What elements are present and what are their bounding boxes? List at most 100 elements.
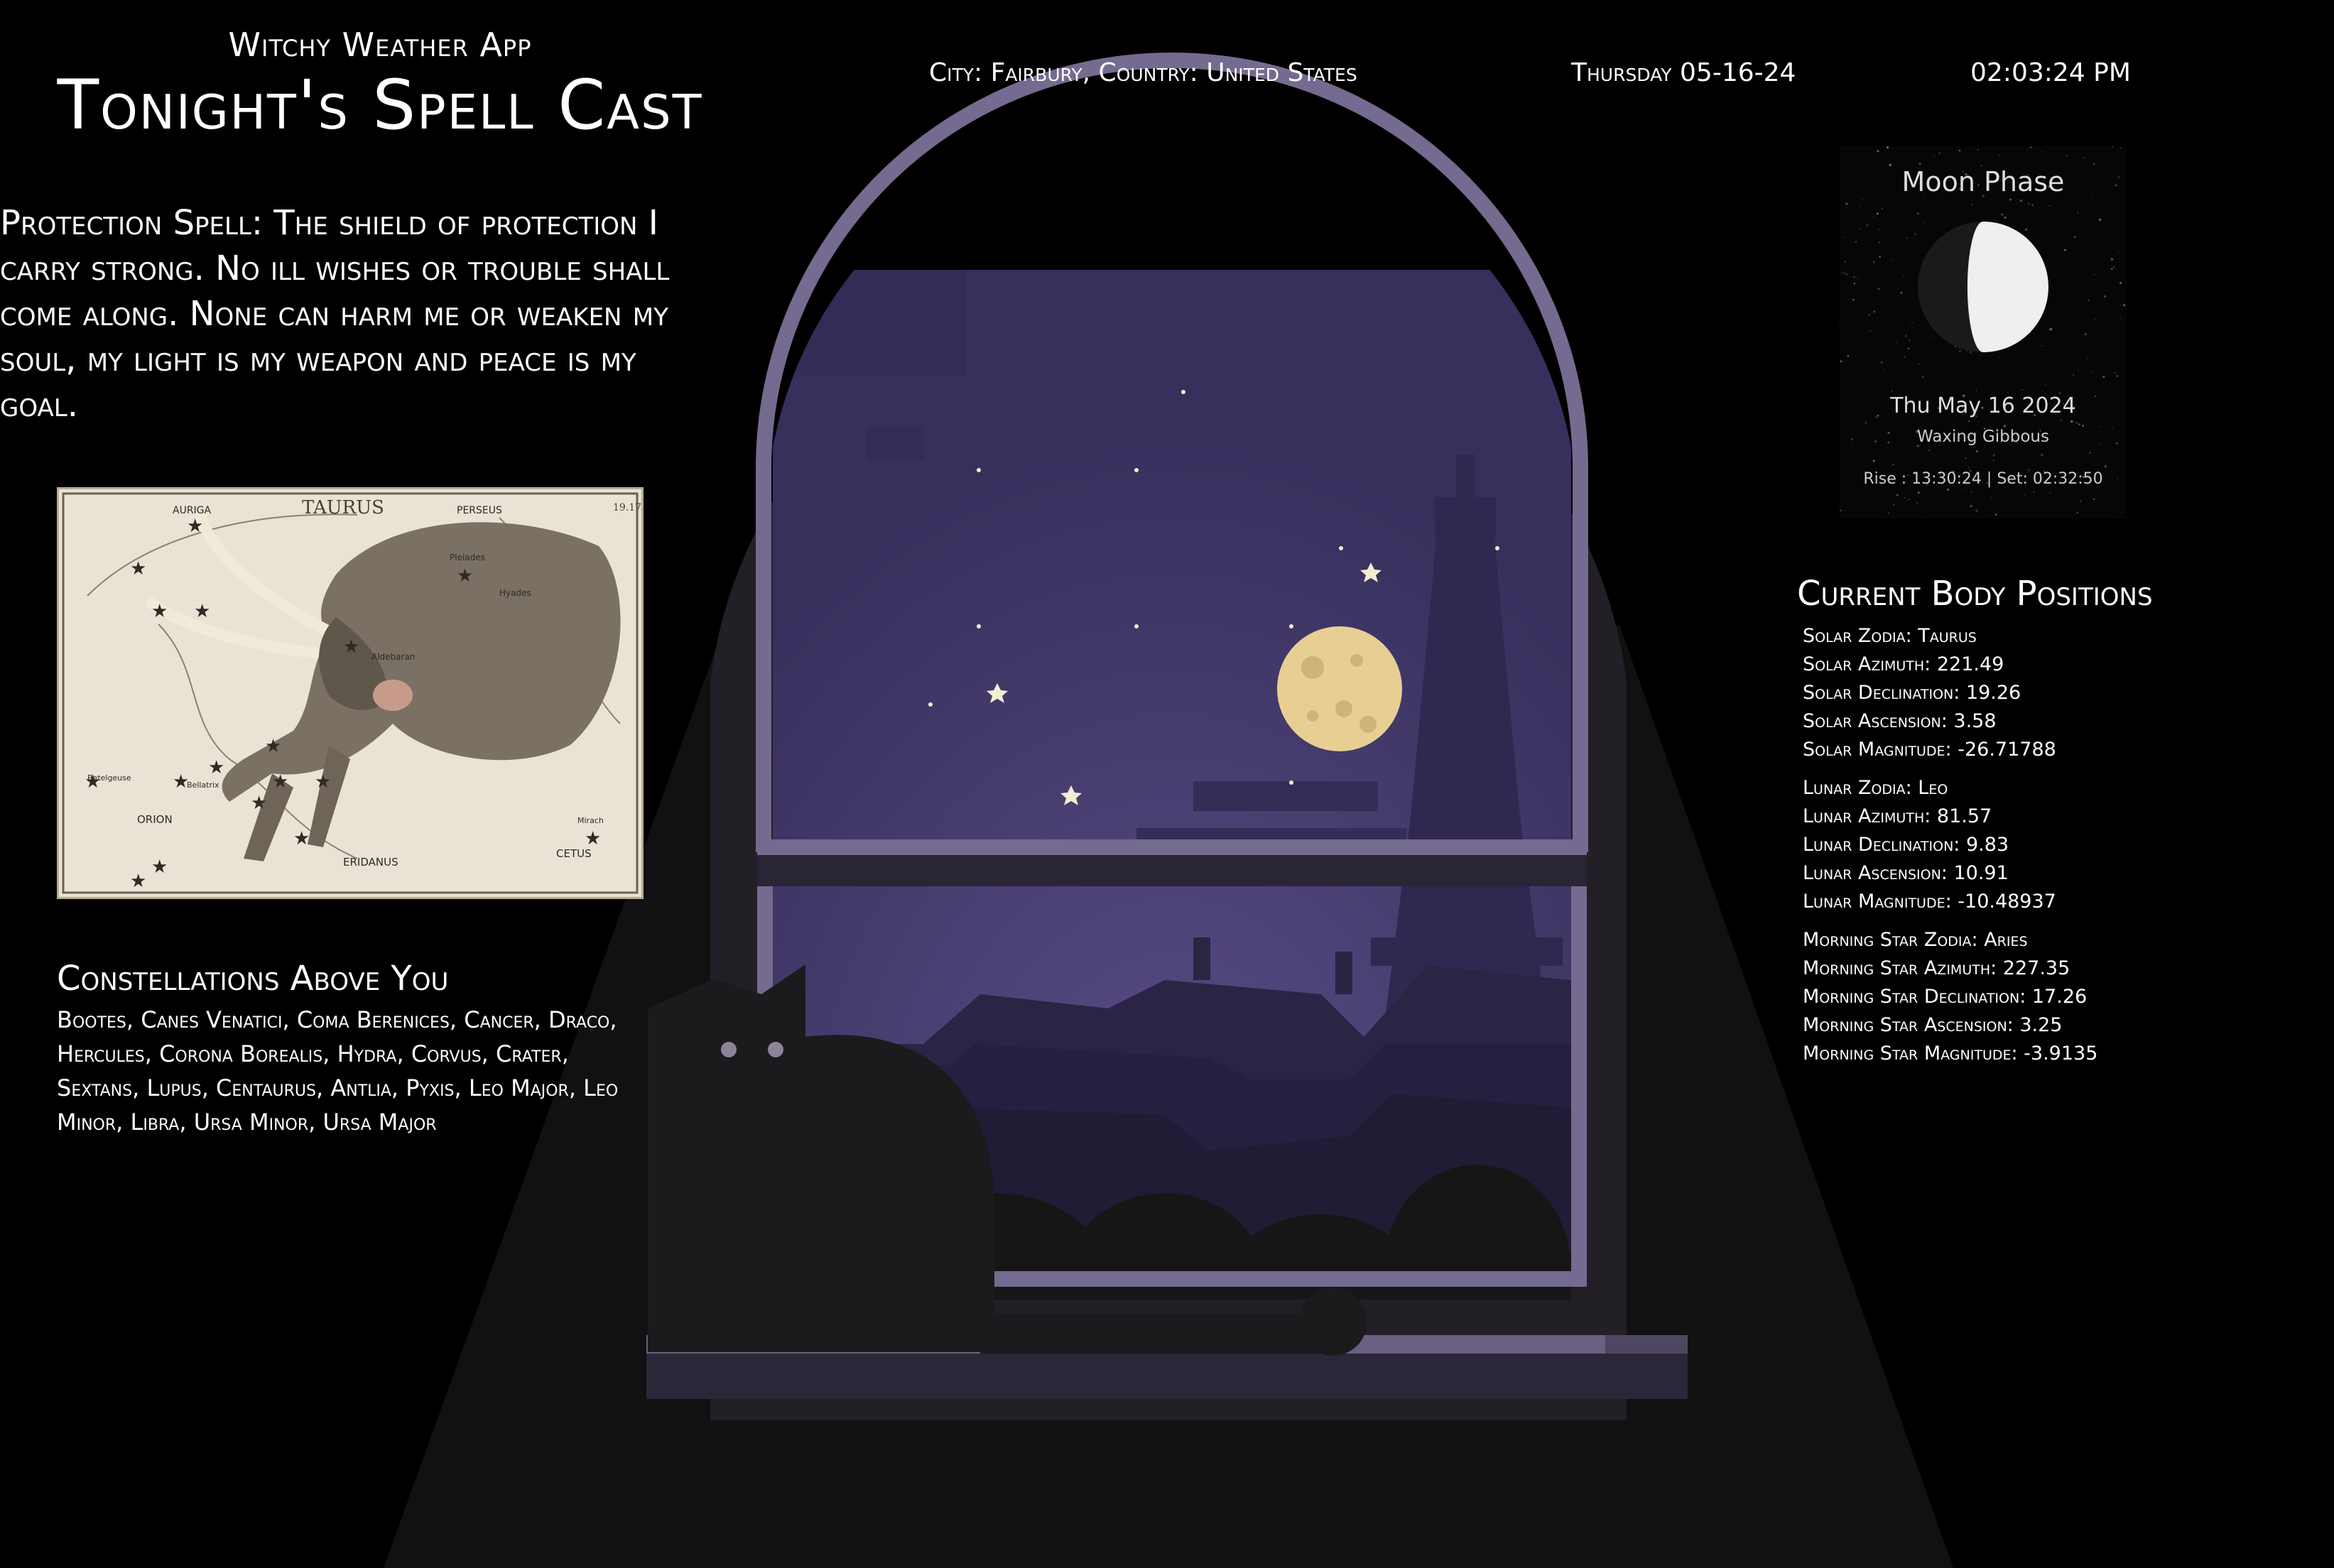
solar-azimuth: Solar Azimuth: 221.49 <box>1803 653 2004 675</box>
speckle-star <box>1908 339 1911 342</box>
full-moon-illustration <box>1277 626 1402 751</box>
speckle-star <box>1911 322 1914 324</box>
speckle-star <box>2110 258 2114 261</box>
speckle-star <box>1842 236 1845 239</box>
speckle-star <box>1975 389 1977 392</box>
moon-phase-name: Waxing Gibbous <box>1917 428 2049 446</box>
speckle-star <box>2093 498 2095 500</box>
location-label: City: Fairbury, Country: United States <box>929 58 1357 87</box>
speckle-star <box>1965 457 1967 459</box>
speckle-star <box>1893 503 1894 506</box>
speckle-star <box>1992 454 1995 457</box>
speckle-star <box>2060 419 2063 422</box>
speckle-star <box>2049 205 2051 207</box>
speckle-star <box>2047 265 2048 266</box>
svg-text:★: ★ <box>293 828 310 849</box>
speckle-star <box>2009 198 2012 201</box>
lunar-declination: Lunar Declination: 9.83 <box>1803 834 2009 856</box>
speckle-star <box>1887 512 1889 514</box>
svg-text:★: ★ <box>151 601 168 622</box>
speckle-star <box>1886 146 1889 149</box>
speckle-star <box>1896 494 1899 496</box>
speckle-star <box>2064 249 2066 251</box>
speckle-star <box>1947 488 1950 491</box>
speckle-star <box>1865 421 1867 424</box>
speckle-star <box>1994 513 1997 516</box>
speckle-star <box>1853 276 1855 278</box>
svg-text:★: ★ <box>272 771 288 793</box>
solar-magnitude: Solar Magnitude: -26.71788 <box>1803 739 2056 761</box>
speckle-star <box>2119 281 2122 284</box>
moon-rise-set: Rise : 13:30:24 | Set: 02:32:50 <box>1863 470 2103 488</box>
speckle-star <box>2073 235 2077 239</box>
lunar-magnitude: Lunar Magnitude: -10.48937 <box>1803 891 2056 913</box>
time-label: 02:03:24 PM <box>1970 58 2131 87</box>
speckle-star <box>1962 488 1964 490</box>
speckle-star <box>2122 304 2126 307</box>
speckle-star <box>2120 317 2122 319</box>
speckle-star <box>1857 278 1859 280</box>
speckle-star <box>2041 345 2043 347</box>
speckle-star <box>2029 146 2031 148</box>
speckle-star <box>2094 318 2096 320</box>
svg-text:★: ★ <box>251 793 267 814</box>
speckle-star <box>2049 492 2051 494</box>
taurus-bull-drawing <box>146 512 621 861</box>
svg-text:★: ★ <box>187 516 203 537</box>
svg-text:★: ★ <box>194 601 210 622</box>
body-positions-heading: Current Body Positions <box>1797 574 2153 614</box>
speckle-star <box>2104 295 2107 298</box>
speckle-star <box>1872 459 1875 462</box>
speckle-star <box>2118 251 2119 254</box>
speckle-star <box>2075 422 2078 424</box>
speckle-star <box>2089 452 2091 454</box>
label-orion: ORION <box>137 813 173 826</box>
speckle-star <box>2033 491 2035 493</box>
speckle-star <box>1845 273 1848 276</box>
speckle-star <box>2080 500 2082 502</box>
speckle-star <box>2026 148 2029 150</box>
label-perseus: PERSEUS <box>457 505 502 516</box>
solar-positions: Solar Zodia: Taurus Solar Azimuth: 221.4… <box>1803 622 2097 764</box>
speckle-star <box>2093 163 2095 165</box>
speckle-star <box>1860 228 1861 229</box>
speckle-star <box>1970 491 1973 493</box>
moon-phase-starfield <box>1840 146 2126 518</box>
speckle-star <box>1842 271 1845 274</box>
svg-text:★: ★ <box>208 757 224 778</box>
speckle-star <box>1968 420 1970 423</box>
speckle-star <box>1958 349 1961 352</box>
speckle-star <box>1918 364 1920 365</box>
speckle-star <box>2084 333 2087 336</box>
solar-zodia: Solar Zodia: Taurus <box>1803 625 1977 647</box>
speckle-star <box>1878 241 1881 244</box>
speckle-star <box>1921 376 1924 378</box>
speckle-star <box>1933 156 1936 158</box>
speckle-star <box>1876 212 1879 215</box>
speckle-star <box>1933 335 1935 337</box>
morning-star-azimuth: Morning Star Azimuth: 227.35 <box>1803 957 2070 979</box>
svg-text:★: ★ <box>457 565 473 587</box>
lunar-azimuth: Lunar Azimuth: 81.57 <box>1803 805 1992 827</box>
label-eridanus: ERIDANUS <box>343 856 398 869</box>
speckle-star <box>2095 357 2097 359</box>
speckle-star <box>1891 390 1894 392</box>
speckle-star <box>1938 152 1941 154</box>
speckle-star <box>1862 199 1864 201</box>
svg-text:★: ★ <box>130 558 146 579</box>
speckle-star <box>2076 511 2079 514</box>
speckle-star <box>2098 218 2102 222</box>
svg-text:★: ★ <box>343 636 359 658</box>
label-hyades: Hyades <box>499 588 531 598</box>
label-bellatrix: Bellatrix <box>187 780 219 790</box>
body-positions-list: Solar Zodia: Taurus Solar Azimuth: 221.4… <box>1803 622 2097 1078</box>
morning-star-positions: Morning Star Zodia: Aries Morning Star A… <box>1803 926 2097 1068</box>
label-pleiades: Pleiades <box>450 552 485 562</box>
speckle-star <box>1881 361 1883 364</box>
svg-text:★: ★ <box>85 771 101 793</box>
speckle-star <box>1908 499 1910 500</box>
speckle-star <box>1958 149 1961 152</box>
speckle-star <box>2104 465 2107 468</box>
lunar-ascension: Lunar Ascension: 10.91 <box>1803 862 2009 884</box>
speckle-star <box>2027 202 2030 205</box>
